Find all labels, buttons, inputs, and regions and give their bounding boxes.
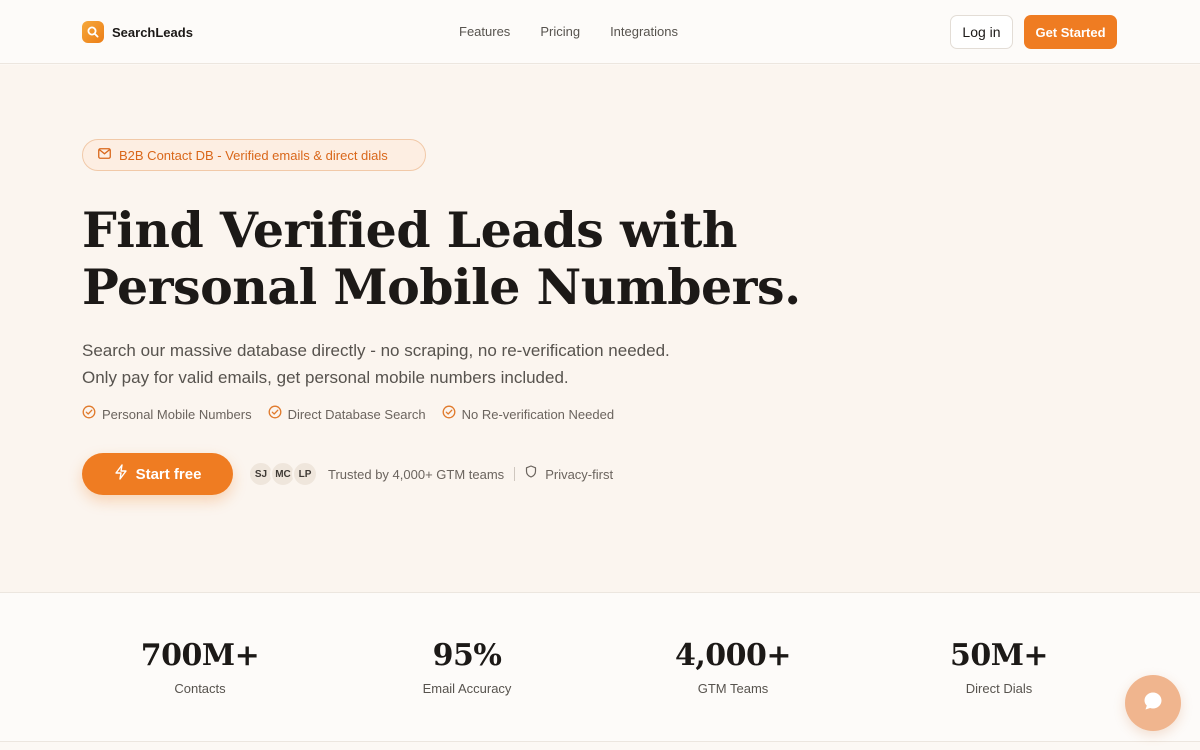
stat-value: 4,000+ <box>674 638 792 673</box>
check-circle-icon <box>268 405 282 424</box>
feature-item: Personal Mobile Numbers <box>82 405 252 424</box>
feature-list: Personal Mobile Numbers Direct Database … <box>82 405 630 424</box>
subtext-line: Search our massive database directly - n… <box>82 341 670 360</box>
stat-value: 50M+ <box>949 638 1049 673</box>
stat-label: GTM Teams <box>697 681 769 696</box>
nav-links: Features Pricing Integrations <box>459 24 708 39</box>
feature-item: Direct Database Search <box>268 405 426 424</box>
divider <box>514 467 516 481</box>
start-free-label: Start free <box>135 465 202 483</box>
stat-label: Contacts <box>174 681 226 696</box>
lightning-icon <box>114 463 128 485</box>
feature-label: No Re-verification Needed <box>461 407 615 422</box>
badge-text: B2B Contact DB - Verified emails & direc… <box>119 147 388 163</box>
stat-value: 95% <box>432 638 502 673</box>
avatar: LP <box>292 461 318 487</box>
stat-contacts: 700M+ Contacts <box>100 637 300 696</box>
stat-label: Email Accuracy <box>422 681 512 696</box>
check-circle-icon <box>82 405 96 424</box>
stat-email-accuracy: 95% Email Accuracy <box>367 637 567 696</box>
hero-subtext: Search our massive database directly - n… <box>82 337 762 391</box>
mail-icon <box>98 146 111 164</box>
brand-name: SearchLeads <box>112 24 193 40</box>
get-started-button[interactable]: Get Started <box>1024 15 1117 49</box>
login-button[interactable]: Log in <box>950 15 1013 49</box>
stat-gtm-teams: 4,000+ GTM Teams <box>633 637 833 696</box>
stat-direct-dials: 50M+ Direct Dials <box>899 637 1099 696</box>
trust-row: SJ MC LP Trusted by 4,000+ GTM teams Pri… <box>248 461 613 487</box>
brand-logo[interactable]: SearchLeads <box>82 21 193 43</box>
nav-link-integrations[interactable]: Integrations <box>610 24 678 39</box>
nav-link-pricing[interactable]: Pricing <box>540 24 580 39</box>
shield-icon <box>525 465 537 483</box>
stat-value: 700M+ <box>140 638 260 673</box>
landing-page: SearchLeads Features Pricing Integration… <box>0 0 1200 750</box>
chat-launcher-button[interactable] <box>1125 675 1181 731</box>
feature-item: No Re-verification Needed <box>442 405 614 424</box>
stat-label: Direct Dials <box>965 681 1033 696</box>
stats-section: 700M+ Contacts 95% Email Accuracy 4,000+… <box>0 592 1200 742</box>
trust-text: Trusted by 4,000+ GTM teams <box>328 466 505 482</box>
hero-headline: Find Verified Leads with Personal Mobile… <box>82 202 802 316</box>
feature-label: Personal Mobile Numbers <box>102 407 252 422</box>
headline-line: Find Verified Leads with <box>82 201 738 259</box>
nav-link-features[interactable]: Features <box>459 24 510 39</box>
feature-label: Direct Database Search <box>287 407 426 422</box>
check-circle-icon <box>442 405 456 424</box>
search-logo-icon <box>82 21 104 43</box>
hero-section: B2B Contact DB - Verified emails & direc… <box>0 65 1200 592</box>
start-free-button[interactable]: Start free <box>82 453 233 495</box>
hero-badge: B2B Contact DB - Verified emails & direc… <box>82 139 426 171</box>
top-nav: SearchLeads Features Pricing Integration… <box>0 0 1200 64</box>
subtext-line: Only pay for valid emails, get personal … <box>82 368 569 387</box>
privacy-text: Privacy-first <box>545 466 614 482</box>
chat-bubble-icon <box>1142 690 1164 717</box>
headline-line: Personal Mobile Numbers. <box>82 258 801 316</box>
